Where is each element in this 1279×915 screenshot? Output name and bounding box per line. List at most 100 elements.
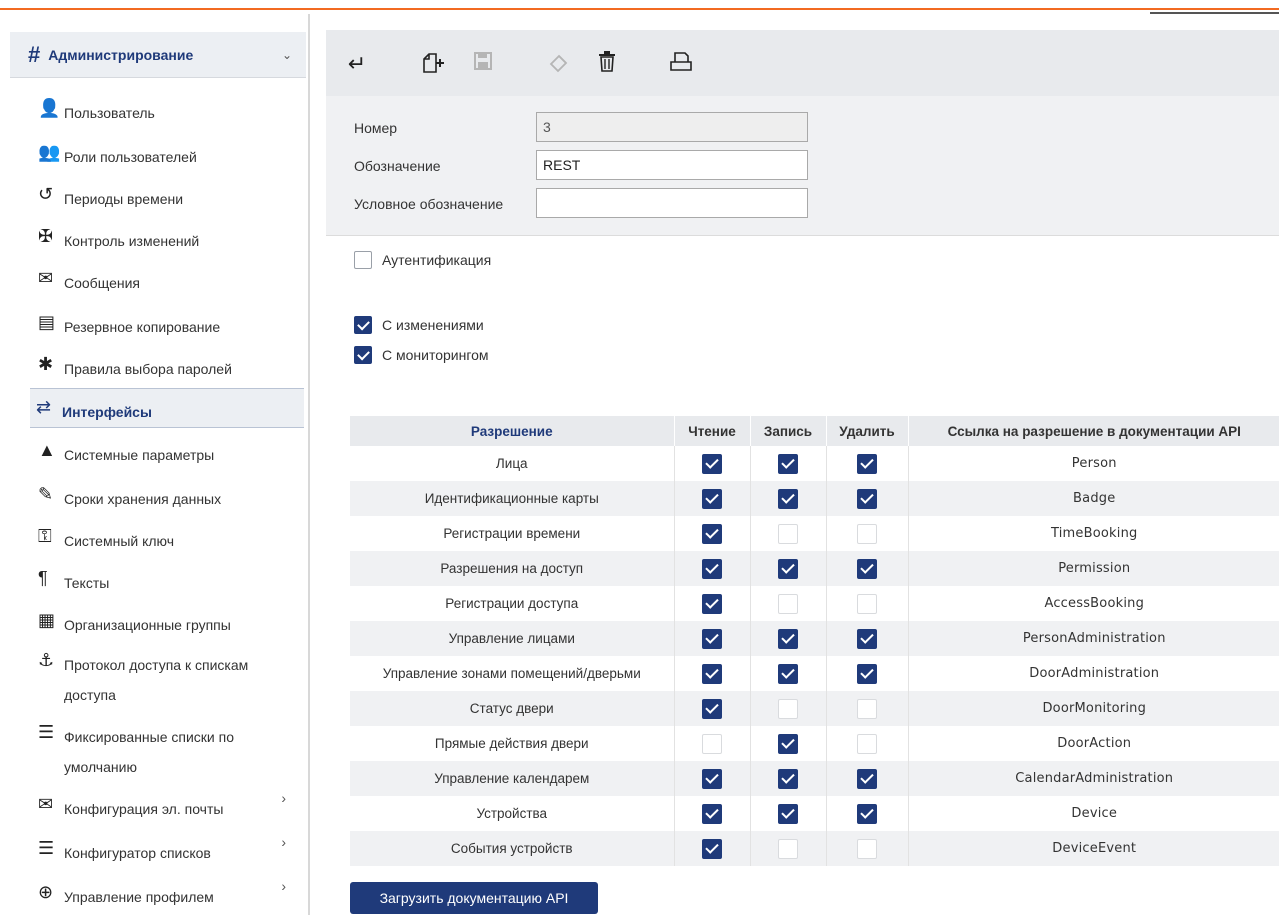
read-checkbox[interactable] <box>702 663 722 684</box>
delete-button[interactable] <box>592 50 622 78</box>
sidebar-item-4[interactable]: ✉ Сообщения <box>34 260 306 296</box>
delete-cell <box>826 761 909 796</box>
api-link-cell[interactable]: DoorMonitoring <box>908 691 1279 726</box>
with-monitoring-checkbox[interactable] <box>354 346 372 364</box>
delete-checkbox[interactable] <box>857 488 877 509</box>
sidebar-item-0[interactable]: 👤 Пользователь <box>34 90 306 126</box>
api-link-cell[interactable]: Person <box>908 446 1279 481</box>
read-checkbox[interactable] <box>702 803 722 824</box>
write-checkbox[interactable] <box>778 628 798 649</box>
delete-checkbox[interactable] <box>857 558 877 579</box>
with-changes-checkbox[interactable] <box>354 316 372 334</box>
read-checkbox[interactable] <box>702 733 722 754</box>
paragraph-icon: ¶ <box>38 568 48 588</box>
read-cell <box>674 761 751 796</box>
delete-checkbox[interactable] <box>857 803 877 824</box>
write-checkbox[interactable] <box>778 663 798 684</box>
delete-cell <box>826 481 909 516</box>
read-checkbox[interactable] <box>702 453 722 474</box>
write-checkbox[interactable] <box>778 733 798 754</box>
delete-checkbox[interactable] <box>857 453 877 474</box>
api-link-cell[interactable]: Permission <box>908 551 1279 586</box>
header-read[interactable]: Чтение <box>674 416 751 446</box>
back-button[interactable]: ↵ <box>342 50 372 78</box>
new-button[interactable] <box>418 50 448 78</box>
write-cell <box>750 726 827 761</box>
read-checkbox[interactable] <box>702 838 722 859</box>
write-checkbox[interactable] <box>778 593 798 614</box>
sidebar-item-1[interactable]: 👥 Роли пользователей <box>34 134 306 170</box>
delete-checkbox[interactable] <box>857 523 877 544</box>
api-link-cell[interactable]: DoorAction <box>908 726 1279 761</box>
write-checkbox[interactable] <box>778 698 798 719</box>
sidebar-item-11[interactable]: ¶ Тексты <box>34 560 306 596</box>
sidebar-item-2[interactable]: ↺ Периоды времени <box>34 176 306 212</box>
chevron-right-icon[interactable]: › <box>281 878 286 894</box>
delete-checkbox[interactable] <box>857 768 877 789</box>
api-link-cell[interactable]: Device <box>908 796 1279 831</box>
delete-checkbox[interactable] <box>857 663 877 684</box>
sidebar-item-12[interactable]: ▦ Организационные группы <box>34 602 306 638</box>
api-link-cell[interactable]: CalendarAdministration <box>908 761 1279 796</box>
sidebar-item-8[interactable]: ▲ Системные параметры <box>34 432 306 468</box>
sidebar-item-7[interactable]: ⇄ Интерфейсы <box>30 388 304 428</box>
number-field[interactable] <box>536 112 808 142</box>
api-link-cell[interactable]: DeviceEvent <box>908 831 1279 866</box>
delete-checkbox[interactable] <box>857 733 877 754</box>
sidebar-item-label: Протокол доступа к спискам доступа <box>64 657 249 703</box>
sidebar-item-5[interactable]: ▤ Резервное копирование <box>34 304 306 340</box>
authentication-checkbox[interactable] <box>354 251 372 269</box>
delete-checkbox[interactable] <box>857 838 877 859</box>
sidebar-item-13[interactable]: ⚓ Протокол доступа к спискам доступа <box>34 642 306 708</box>
sidebar-item-15[interactable]: ✉ Конфигурация эл. почты › <box>34 786 306 822</box>
header-write[interactable]: Запись <box>750 416 827 446</box>
api-link-cell[interactable]: AccessBooking <box>908 586 1279 621</box>
sidebar-item-3[interactable]: ✠ Контроль изменений <box>34 218 306 254</box>
write-checkbox[interactable] <box>778 803 798 824</box>
write-checkbox[interactable] <box>778 488 798 509</box>
read-checkbox[interactable] <box>702 488 722 509</box>
read-checkbox[interactable] <box>702 593 722 614</box>
hash-icon: # <box>28 41 41 67</box>
header-permission[interactable]: Разрешение <box>350 416 675 446</box>
read-checkbox[interactable] <box>702 768 722 789</box>
read-checkbox[interactable] <box>702 523 722 544</box>
delete-cell <box>826 586 909 621</box>
write-checkbox[interactable] <box>778 838 798 859</box>
chevron-down-icon[interactable]: ⌄ <box>282 48 292 62</box>
sidebar-section-administration[interactable]: # Администрирование ⌄ <box>10 32 306 78</box>
sidebar-item-14[interactable]: ☰ Фиксированные списки по умолчанию <box>34 714 306 780</box>
api-link-cell[interactable]: PersonAdministration <box>908 621 1279 656</box>
read-checkbox[interactable] <box>702 628 722 649</box>
write-checkbox[interactable] <box>778 558 798 579</box>
read-checkbox[interactable] <box>702 698 722 719</box>
sidebar-item-10[interactable]: ⚿ Системный ключ <box>34 518 306 554</box>
write-checkbox[interactable] <box>778 523 798 544</box>
sidebar-item-16[interactable]: ☰ Конфигуратор списков › <box>34 830 306 866</box>
sidebar-item-6[interactable]: ✱ Правила выбора паролей <box>34 346 306 382</box>
save-button[interactable] <box>468 50 498 78</box>
with-monitoring-option[interactable]: С мониторингом <box>354 346 489 364</box>
print-button[interactable] <box>666 50 696 78</box>
header-delete[interactable]: Удалить <box>826 416 909 446</box>
api-link-cell[interactable]: Badge <box>908 481 1279 516</box>
api-link-cell[interactable]: DoorAdministration <box>908 656 1279 691</box>
delete-checkbox[interactable] <box>857 628 877 649</box>
sidebar-item-9[interactable]: ✎ Сроки хранения данных <box>34 476 306 512</box>
short-designation-field[interactable] <box>536 188 808 218</box>
chevron-right-icon[interactable]: › <box>281 834 286 850</box>
chevron-right-icon[interactable]: › <box>281 790 286 806</box>
sidebar-item-17[interactable]: ⊕ Управление профилем › <box>34 874 306 910</box>
authentication-option[interactable]: Аутентификация <box>354 251 491 269</box>
erase-button[interactable] <box>544 50 574 78</box>
load-api-docs-button[interactable]: Загрузить документацию API <box>350 882 598 914</box>
write-checkbox[interactable] <box>778 453 798 474</box>
designation-field[interactable] <box>536 150 808 180</box>
header-api-link[interactable]: Ссылка на разрешение в документации API <box>908 416 1279 446</box>
delete-checkbox[interactable] <box>857 698 877 719</box>
read-checkbox[interactable] <box>702 558 722 579</box>
delete-checkbox[interactable] <box>857 593 877 614</box>
api-link-cell[interactable]: TimeBooking <box>908 516 1279 551</box>
with-changes-option[interactable]: С изменениями <box>354 316 484 334</box>
write-checkbox[interactable] <box>778 768 798 789</box>
